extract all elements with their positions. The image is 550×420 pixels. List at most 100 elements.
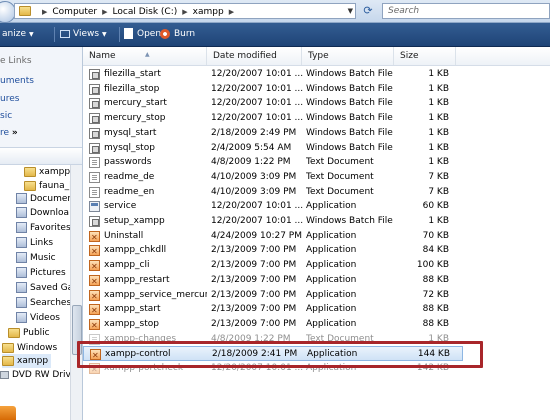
tree-item-windows[interactable]: Windows — [2, 341, 57, 355]
file-type: Application — [306, 304, 357, 315]
file-date: 2/13/2009 7:00 PM — [211, 260, 297, 271]
chevron-down-icon: ▼ — [102, 31, 107, 38]
file-row[interactable]: Uninstall 4/24/2009 10:27 PM Application 70… — [83, 229, 463, 245]
file-date: 12/20/2007 10:01 ... — [211, 69, 304, 79]
tree-item-public[interactable]: Public — [8, 326, 50, 340]
nav-scrollbar[interactable] — [70, 165, 82, 420]
chevron-right-icon[interactable]: ▶ — [102, 8, 107, 16]
file-date: 12/20/2007 10:01 ... — [211, 201, 304, 212]
views-button[interactable]: Views ▼ — [60, 23, 107, 46]
tree-item-downloads[interactable]: Downloa — [16, 206, 69, 220]
tree-item-label: Music — [30, 253, 56, 263]
file-type: Application — [306, 245, 357, 256]
column-name-label: Name — [89, 51, 116, 61]
tree-item-xampp[interactable]: xampp — [24, 165, 70, 179]
file-row[interactable]: xampp_start 2/13/2009 7:00 PM Application 8… — [83, 302, 463, 318]
column-date-modified[interactable]: Date modified — [207, 47, 302, 65]
file-row[interactable]: readme_de 4/10/2009 3:09 PM Text Document 7… — [83, 170, 463, 185]
tree-item-label: Videos — [30, 313, 60, 323]
tree-item-label: DVD RW Drive — [12, 370, 77, 380]
file-row[interactable]: xampp_stop 2/13/2009 7:00 PM Application 88… — [83, 317, 463, 333]
folders-bar[interactable] — [0, 147, 82, 165]
breadcrumb-xampp[interactable]: xampp — [193, 7, 224, 17]
chevron-right-icon[interactable]: ▶ — [182, 8, 187, 16]
burn-button[interactable]: Burn — [160, 23, 195, 46]
tree-item-label: Links — [30, 238, 54, 248]
breadcrumb-local-disk[interactable]: Local Disk (C:) — [113, 7, 178, 17]
organize-button[interactable]: anize ▼ — [2, 23, 34, 46]
file-date: 12/20/2007 10:01 ... — [211, 83, 304, 94]
file-row[interactable]: mysql_start 2/18/2009 2:49 PM Windows Batc… — [83, 126, 463, 141]
file-size: 1 KB — [428, 142, 449, 153]
file-row[interactable]: setup_xampp 12/20/2007 10:01 ... Windows B… — [83, 214, 463, 229]
file-row[interactable]: mercury_start 12/20/2007 10:01 ... Windows… — [83, 96, 463, 111]
burn-label: Burn — [174, 29, 196, 39]
address-bar[interactable]: ▶ Computer ▶ Local Disk (C:) ▶ xampp ▶ ▼ — [14, 3, 356, 19]
column-name[interactable]: Name ▲ — [83, 47, 207, 65]
file-size: 60 KB — [422, 201, 449, 212]
file-row[interactable]: readme_en 4/10/2009 3:09 PM Text Document 7… — [83, 185, 463, 200]
file-row[interactable]: service 12/20/2007 10:01 ... Application 60… — [83, 199, 463, 214]
views-label: Views — [73, 29, 100, 39]
folder-icon — [19, 6, 31, 16]
column-size[interactable]: Size — [394, 47, 456, 65]
favorite-link-pictures[interactable]: ures — [0, 94, 19, 104]
tree-item-xampp-selected[interactable]: xampp — [2, 354, 52, 368]
tree-item-videos[interactable]: Videos — [16, 311, 60, 325]
tree-item-music[interactable]: Music — [16, 251, 56, 265]
folder-icon — [2, 342, 14, 353]
tree-item-label: xampp — [39, 167, 71, 177]
favorite-link-music[interactable]: sic — [0, 111, 12, 121]
file-date: 2/18/2009 2:49 PM — [211, 127, 297, 138]
file-row[interactable]: xampp_cli 2/13/2009 7:00 PM Application 100… — [83, 258, 463, 274]
file-row[interactable]: xampp_chkdll 2/13/2009 7:00 PM Application… — [83, 243, 463, 259]
file-type: Text Document — [306, 186, 374, 197]
refresh-icon[interactable]: ⟳ — [360, 3, 376, 19]
file-row[interactable]: filezilla_start 12/20/2007 10:01 ... Windo… — [83, 67, 463, 82]
file-row[interactable]: mercury_stop 12/20/2007 10:01 ... Windows … — [83, 111, 463, 126]
file-row[interactable]: filezilla_stop 12/20/2007 10:01 ... Window… — [83, 82, 463, 97]
toolbar-divider — [119, 27, 120, 42]
favorite-link-more[interactable]: re » — [0, 128, 18, 138]
pictures-icon — [16, 267, 27, 278]
file-type: Application — [306, 260, 357, 271]
open-button[interactable]: Open — [124, 23, 161, 46]
file-row[interactable]: passwords 4/8/2009 1:22 PM Text Document 1 … — [83, 155, 463, 170]
search-input[interactable]: Search — [382, 3, 550, 19]
file-type: Text Document — [306, 157, 374, 168]
highlight-box — [77, 341, 483, 368]
tree-item-label: Downloa — [30, 208, 70, 218]
breadcrumb-computer[interactable]: Computer — [52, 7, 97, 17]
chevron-right-icon[interactable]: ▶ — [42, 8, 47, 16]
tree-item-saved-games[interactable]: Saved Ga — [16, 281, 73, 295]
open-label: Open — [137, 29, 162, 39]
file-row[interactable]: xampp_service_mercury 2/13/2009 7:00 PM Ap… — [83, 288, 463, 304]
saved-games-icon — [16, 282, 27, 293]
favorite-links: e Links uments ures sic re » — [0, 47, 82, 147]
tree-item-searches[interactable]: Searches — [16, 296, 71, 310]
chevron-right-icon[interactable]: ▶ — [229, 8, 234, 16]
videos-icon — [16, 312, 27, 323]
tree-item-dvd-drive[interactable]: DVD RW Drive — [0, 368, 76, 382]
tree-item-label: Saved Ga — [30, 283, 74, 293]
tree-item-fauna[interactable]: fauna_l — [24, 179, 72, 193]
tree-item-documents[interactable]: Documer — [16, 192, 71, 206]
file-size: 1 KB — [428, 69, 449, 79]
column-type[interactable]: Type — [302, 47, 394, 65]
file-type: Text Document — [306, 171, 374, 182]
file-row[interactable]: mysql_stop 2/4/2009 5:54 AM Windows Batch … — [83, 141, 463, 156]
chevron-down-icon: ▼ — [28, 31, 34, 38]
favorite-link-documents[interactable]: uments — [0, 76, 34, 86]
chevron-down-icon[interactable]: ▼ — [348, 7, 353, 15]
file-size: 70 KB — [422, 230, 449, 241]
tree-item-pictures[interactable]: Pictures — [16, 266, 66, 280]
file-type: Application — [306, 201, 357, 212]
file-size: 1 KB — [428, 216, 449, 226]
file-row[interactable]: xampp_restart 2/13/2009 7:00 PM Applicatio… — [83, 273, 463, 289]
tree-item-label: Windows — [17, 343, 58, 353]
tree-item-links[interactable]: Links — [16, 236, 53, 250]
file-name: readme_en — [104, 186, 155, 197]
tree-item-label: Favorites — [30, 223, 71, 233]
tree-item-favorites[interactable]: Favorites — [16, 221, 71, 235]
application-icon — [89, 289, 100, 304]
